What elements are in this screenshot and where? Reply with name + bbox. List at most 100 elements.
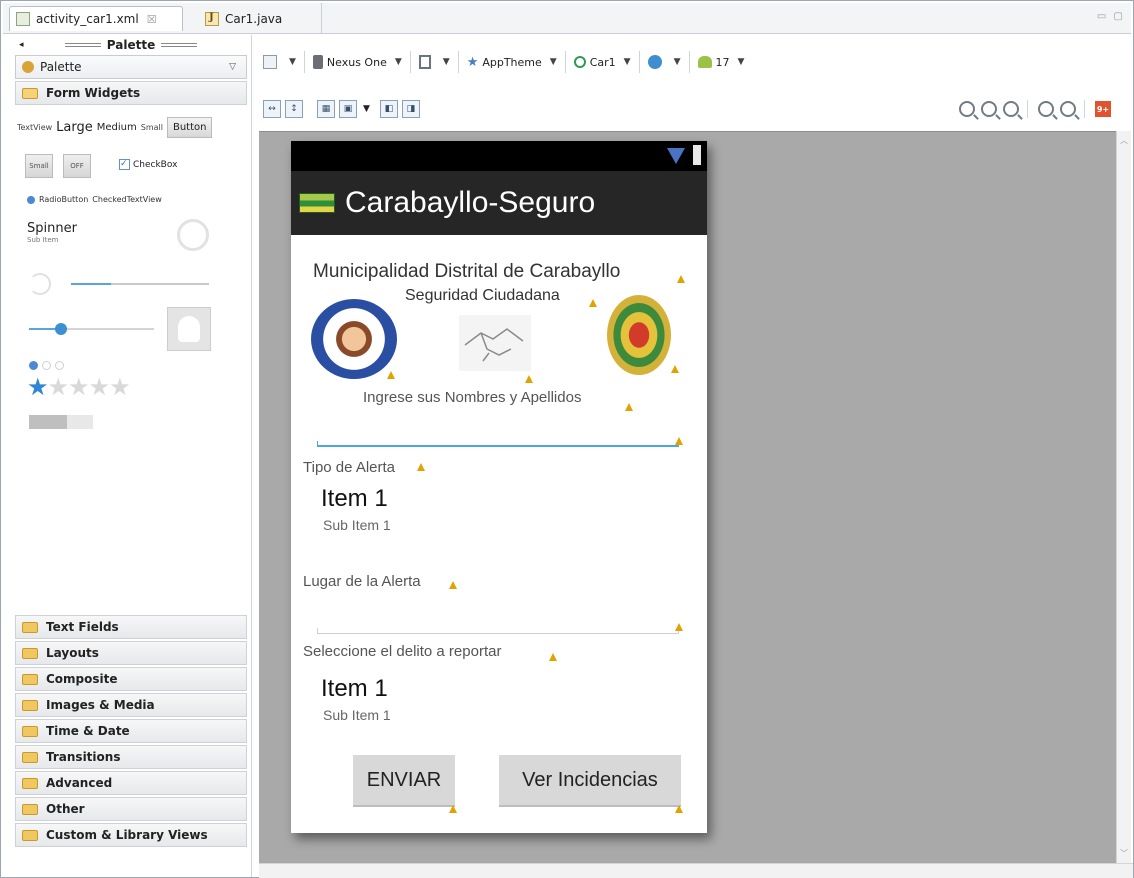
widget-medium-text[interactable]: Medium [97,122,137,133]
seekbar-thumb [55,323,67,335]
crime-select-label[interactable]: Seleccione el delito a reportar [303,643,501,660]
police-emblem-image[interactable] [607,295,671,375]
municipality-heading[interactable]: Municipalidad Distrital de Carabayllo [313,261,620,283]
folder-transitions[interactable]: Transitions [15,745,247,769]
widget-radio-button[interactable]: RadioButton [39,195,88,204]
alert-place-input[interactable] [317,628,679,634]
star-icon: ★ [88,373,110,401]
lint-warnings-icon[interactable]: 9+ [1095,101,1111,117]
widget-seekbar[interactable] [29,322,159,336]
toggle-view-icon[interactable]: ◧ [379,100,398,118]
star-icon: ★ [466,54,479,70]
toolbar-separator [1084,100,1085,118]
widget-large-text[interactable]: Large [56,120,93,135]
folder-composite[interactable]: Composite [15,667,247,691]
folder-other[interactable]: Other [15,797,247,821]
collapse-arrow-icon[interactable]: ◂ [19,40,24,50]
widget-button[interactable]: Button [166,117,213,138]
device-chooser[interactable]: Nexus One ▼ [312,55,402,69]
crime-type-spinner[interactable]: Item 1 Sub Item 1 [321,675,661,731]
zoom-out-icon[interactable] [1038,101,1054,117]
toolbar-separator [564,51,566,73]
carabayllo-seal-image[interactable] [311,299,397,379]
widget-small-text[interactable]: Small [141,123,163,132]
toolbar-separator [409,51,411,73]
send-button[interactable]: ENVIAR [353,755,455,807]
star-icon: ★ [47,373,69,401]
folder-label: Other [46,802,85,816]
widget-small-toggle[interactable]: Small [25,154,53,178]
palette-mode-combo[interactable]: Palette ▽ [15,55,247,79]
horizontal-scrollbar[interactable] [259,863,1133,878]
handshake-image[interactable] [459,315,531,371]
widget-toggle-button[interactable]: OFF [63,154,91,178]
alert-type-label[interactable]: Tipo de Alerta [303,459,395,476]
folder-advanced[interactable]: Advanced [15,771,247,795]
vertical-scrollbar[interactable]: ︿ ﹀ [1116,131,1131,863]
alert-type-spinner[interactable]: Item 1 Sub Item 1 [321,485,661,541]
folder-time-date[interactable]: Time & Date [15,719,247,743]
alert-place-label[interactable]: Lugar de la Alerta [303,573,421,590]
widget-progress-horizontal[interactable] [71,283,209,285]
folder-label: Advanced [46,776,113,790]
zoom-fit-icon[interactable] [981,101,997,117]
widget-radio-row: RadioButton CheckedTextView [27,195,162,204]
widget-quick-contact[interactable] [167,307,211,351]
theme-chooser[interactable]: ★ AppTheme ▼ [467,55,557,70]
security-subheading[interactable]: Seguridad Ciudadana [405,287,560,305]
tab-car1-java[interactable]: Car1.java [199,6,299,31]
palette-folders: Text Fields Layouts Composite Images & Medi… [11,615,251,847]
widget-spinner[interactable]: Spinner Sub Item [27,221,77,244]
widget-rating-bar[interactable]: ★★★★★ [27,373,131,401]
scroll-up-icon[interactable]: ︿ [1120,135,1128,146]
fill-height-icon[interactable]: ↕ [285,100,303,118]
warning-icon [417,463,425,471]
chevron-down-icon: ▼ [394,57,402,67]
spinner-item: Item 1 [321,675,388,702]
zoom-real-size-icon[interactable] [959,101,975,117]
chevron-down-icon: ▼ [549,57,557,67]
gravity-icon[interactable]: ▣ [339,100,357,118]
chevron-down-icon[interactable]: ▼ [363,104,370,114]
view-incidents-button[interactable]: Ver Incidencias [499,755,681,807]
toggle-outline-icon[interactable]: ◨ [401,100,420,118]
chevron-down-icon[interactable]: ▽ [229,62,236,72]
widget-checkbox[interactable]: ✓ CheckBox [119,159,177,170]
orientation-chooser[interactable]: ▼ [418,55,450,69]
folder-custom-library-views[interactable]: Custom & Library Views [15,823,247,847]
folder-icon [22,777,38,789]
spinner-label: Spinner [27,221,77,236]
folder-layouts[interactable]: Layouts [15,641,247,665]
drag-handle-icon[interactable] [64,43,101,47]
widget-radio-group[interactable] [29,361,64,370]
api-level-chooser[interactable]: 17 ▼ [697,56,744,69]
zoom-in-icon[interactable] [1060,101,1076,117]
tab-activity-xml[interactable]: activity_car1.xml ☒ [9,6,183,31]
phone-icon [312,55,323,69]
activity-chooser[interactable]: Car1 ▼ [573,56,631,69]
scroll-down-icon[interactable]: ﹀ [1120,848,1128,859]
widget-progress-large[interactable] [177,219,209,251]
close-tab-icon[interactable]: ☒ [147,13,157,26]
locale-chooser[interactable]: ▼ [647,55,681,69]
name-prompt-label[interactable]: Ingrese sus Nombres y Apellidos [363,389,581,406]
warning-icon [387,371,395,379]
folder-open-icon [22,87,38,99]
fill-width-icon[interactable]: ↔ [263,100,281,118]
folder-images-media[interactable]: Images & Media [15,693,247,717]
margins-icon[interactable]: ▦ [317,100,335,118]
name-input-field[interactable] [317,441,679,447]
widget-switch[interactable] [29,415,93,429]
theme-label: AppTheme [482,55,542,69]
drag-handle-icon[interactable] [161,43,198,47]
widget-checked-textview[interactable]: CheckedTextView [92,195,162,204]
widget-textview[interactable]: TextView [17,123,52,132]
minimize-maximize-icon[interactable]: ▭ ▢ [1097,11,1125,22]
zoom-100-icon[interactable] [1003,101,1019,117]
folder-form-widgets[interactable]: Form Widgets [15,81,247,105]
config-chooser[interactable]: ▼ [263,55,296,69]
folder-icon [22,647,38,659]
folder-text-fields[interactable]: Text Fields [15,615,247,639]
folder-icon [22,751,38,763]
widget-progress-small[interactable] [29,273,51,295]
